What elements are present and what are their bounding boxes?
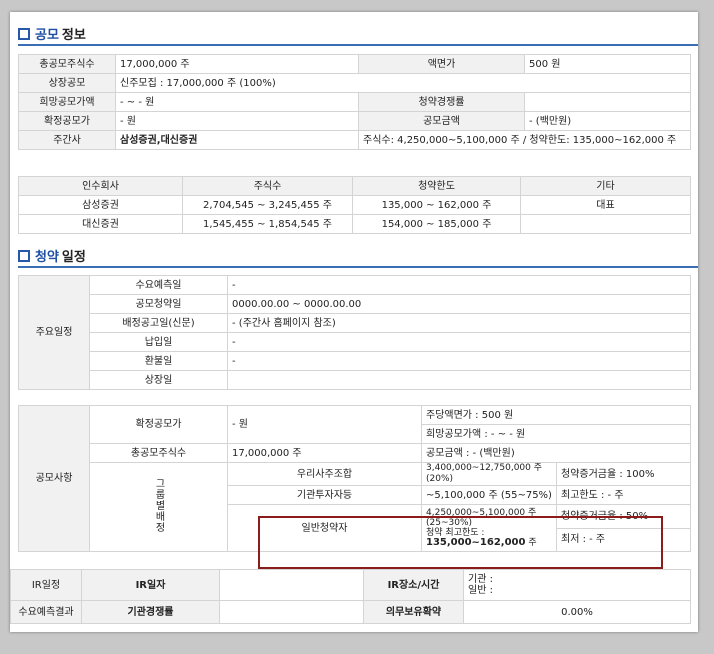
table-row: 대신증권 1,545,455 ~ 1,854,545 주 154,000 ~ 1…	[18, 214, 691, 234]
table-row: 배정공고일(신문) - (주간사 홈페이지 참조)	[19, 313, 691, 333]
section-divider	[18, 44, 698, 46]
table-row: 환불일 -	[19, 351, 691, 371]
table-row: 삼성증권 2,704,545 ~ 3,245,455 주 135,000 ~ 1…	[18, 195, 691, 215]
underwriter-value: 삼성증권,대신증권	[115, 130, 359, 150]
square-bullet-icon	[18, 249, 30, 262]
ir-table: IR일정 IR일자 IR장소/시간 기관 : 일반 : 수요예측결과 기관경쟁률…	[10, 569, 691, 624]
square-bullet-icon	[18, 27, 30, 40]
table-row: 상장공모 신주모집 : 17,000,000 주 (100%)	[18, 73, 691, 93]
ipo-info-panel: 공모 정보 총공모주식수 17,000,000 주 액면가 500 원 상장공모…	[10, 12, 698, 632]
offering-section-title: 공모 정보	[18, 24, 86, 43]
table-row: 수요예측결과 기관경쟁률 의무보유확약 0.00%	[10, 600, 691, 624]
table-row: 확정공모가 - 원 공모금액 - (백만원)	[18, 111, 691, 131]
table-row: 납입일 -	[19, 332, 691, 352]
offering-details-label: 공모사항	[18, 405, 90, 552]
main-schedule-table: 주요일정 수요예측일 - 공모청약일 0000.00.00 ~ 0000.00.…	[18, 275, 691, 390]
group-allocation-label: 그룹별배정	[153, 478, 164, 533]
table-row: IR일정 IR일자 IR장소/시간 기관 : 일반 :	[10, 569, 691, 601]
table-row: 공모사항 확정공모가 - 원 주당액면가 : 500 원	[18, 405, 692, 552]
table-row: 공모청약일 0000.00.00 ~ 0000.00.00	[19, 294, 691, 314]
underwriter-detail: 주식수: 4,250,000~5,100,000 주 / 청약한도: 135,0…	[358, 130, 691, 150]
table-row: 희망공모가액 - ~ - 원 청약경쟁률	[18, 92, 691, 112]
table-row: 상장일	[19, 370, 691, 390]
table-row: 총공모주식수 17,000,000 주 액면가 500 원	[18, 54, 691, 74]
table-row: 주간사 삼성증권,대신증권 주식수: 4,250,000~5,100,000 주…	[18, 130, 691, 150]
table-row: 주요일정 수요예측일 -	[18, 275, 691, 390]
underwriters-table: 인수회사 주식수 청약한도 기타 삼성증권 2,704,545 ~ 3,245,…	[18, 176, 691, 234]
schedule-section-title: 청약 일정	[18, 246, 86, 265]
retail-highlight-box	[258, 516, 663, 569]
section-divider	[18, 266, 698, 268]
table-header-row: 인수회사 주식수 청약한도 기타	[18, 176, 691, 196]
offering-table: 총공모주식수 17,000,000 주 액면가 500 원 상장공모 신주모집 …	[18, 54, 691, 150]
table-row: 총공모주식수 17,000,000 주 공모금액 : - (백만원)	[19, 443, 692, 463]
main-schedule-label: 주요일정	[18, 275, 90, 390]
table-row: 그룹별배정 우리사주조합 3,400,000~12,750,000 주 (20%…	[19, 462, 692, 552]
